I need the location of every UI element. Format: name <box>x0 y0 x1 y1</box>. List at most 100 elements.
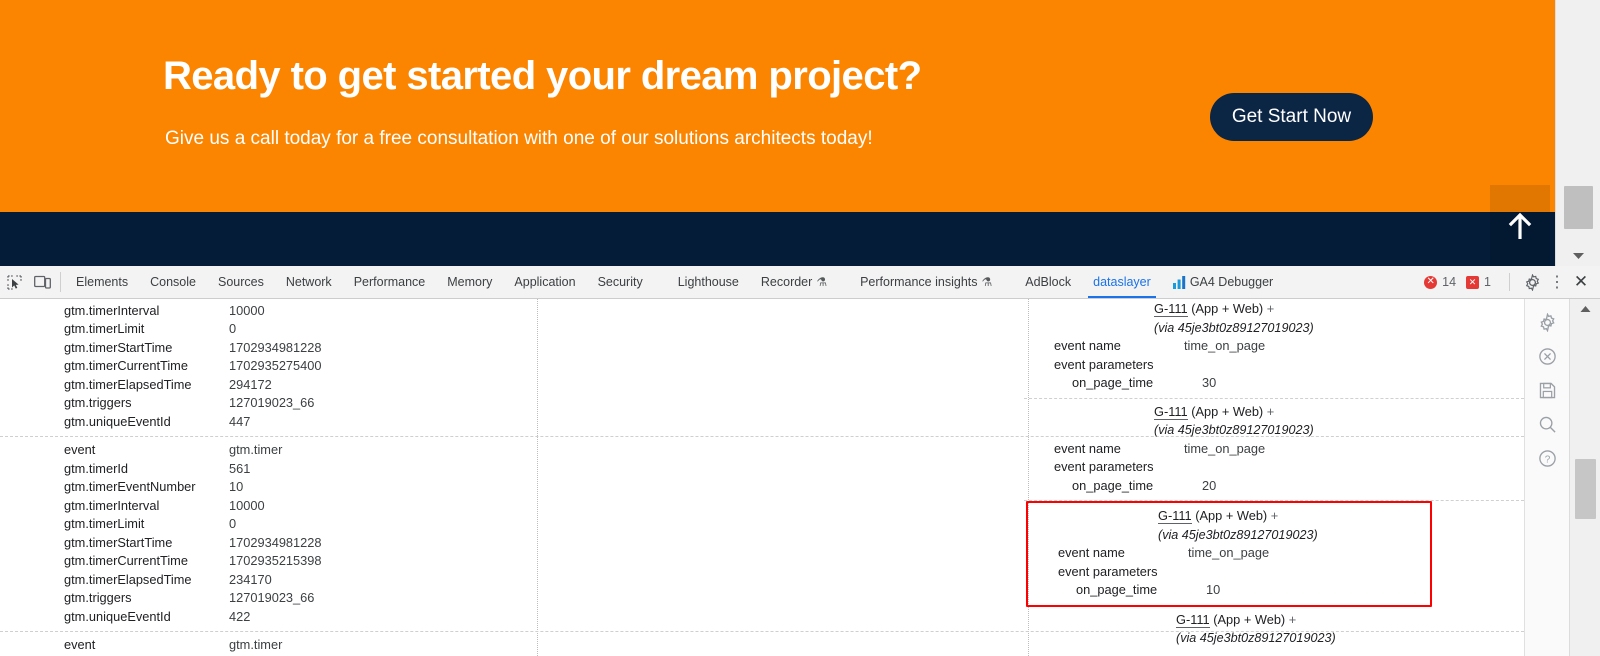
ga4-hit-via: (via 45je3bt0z89127019023) <box>1028 526 1430 545</box>
tab-application[interactable]: Application <box>503 266 586 298</box>
row-key: gtm.timerCurrentTime <box>64 553 188 568</box>
tab-label: Security <box>597 275 643 289</box>
scrollbar-down-arrow[interactable] <box>1556 245 1600 266</box>
ga4-hits-pane[interactable]: G-111 (App + Web) + (via 45je3bt0z891270… <box>1024 299 1524 656</box>
expand-plus-icon[interactable]: + <box>1267 404 1274 419</box>
tab-label: Recorder <box>760 275 813 289</box>
row-value: 1702934981228 <box>229 339 322 355</box>
tab-sources[interactable]: Sources <box>207 266 275 298</box>
tab-performance-insights[interactable]: Performance insights ⚗ <box>838 266 1003 298</box>
devtools-scrollbar[interactable] <box>1569 299 1600 656</box>
tab-memory[interactable]: Memory <box>436 266 503 298</box>
param-value: 30 <box>1202 375 1217 390</box>
row-value: 447 <box>229 413 251 429</box>
row-key: gtm.timerElapsedTime <box>64 376 192 392</box>
warning-badge[interactable]: ✕ 1 <box>1466 275 1491 289</box>
tab-label: Performance <box>353 275 426 289</box>
get-start-now-button[interactable]: Get Start Now <box>1210 93 1373 141</box>
devtools-tabbar-right: ✕ 14 ✕ 1 ⋮ ✕ <box>1424 266 1600 298</box>
cta-subtitle: Give us a call today for a free consulta… <box>165 128 873 149</box>
tab-label: Application <box>514 275 576 289</box>
row-key: gtm.timerLimit <box>64 321 145 336</box>
devtools-scrollbar-thumb[interactable] <box>1575 459 1596 519</box>
row-value: 127019023_66 <box>229 395 315 410</box>
ga4-params-label-row: event parameters <box>1024 458 1524 477</box>
tab-label: AdBlock <box>1025 275 1072 289</box>
ga4-hit-card[interactable]: G-111 (App + Web) + (via 45je3bt0z891270… <box>1024 299 1524 399</box>
row-value: gtm.timer <box>229 442 283 457</box>
ga4-hit-card[interactable]: G-111 (App + Web) + (via 45je3bt0z891270… <box>1024 399 1524 501</box>
row-key: gtm.timerStartTime <box>64 534 173 550</box>
row-key: gtm.timerInterval <box>64 302 160 318</box>
row-key: gtm.triggers <box>64 590 132 605</box>
tab-recorder[interactable]: Recorder ⚗ <box>750 266 838 298</box>
device-toolbar-icon[interactable] <box>28 266 56 298</box>
scrollbar-up-arrow[interactable] <box>1570 301 1600 317</box>
row-value: 10000 <box>229 302 265 318</box>
tab-label: Memory <box>447 275 493 289</box>
error-count: 14 <box>1442 275 1457 289</box>
ga4-via-label: (via 45je3bt0z89127019023) <box>1154 423 1314 437</box>
toolbar-divider <box>1509 273 1510 291</box>
param-value: 10 <box>1206 582 1221 597</box>
ga4-params-label-row: event parameters <box>1024 356 1524 375</box>
event-name-label: event name <box>1054 338 1121 353</box>
ga4-event-name-row: event name time_on_page <box>1024 337 1524 356</box>
expand-plus-icon[interactable]: + <box>1271 508 1278 523</box>
dataslayer-toolbar-rail: ? <box>1524 299 1570 656</box>
save-disk-icon[interactable] <box>1537 379 1559 401</box>
expand-plus-icon[interactable]: + <box>1289 612 1296 627</box>
error-badge[interactable]: ✕ 14 <box>1424 275 1456 289</box>
devtools-panel: Elements Console Sources Network Perform… <box>0 266 1600 656</box>
tab-dataslayer[interactable]: dataslayer <box>1082 266 1162 298</box>
cta-content: Ready to get started your dream project?… <box>163 0 1393 212</box>
ga4-hit-card[interactable]: G-111 (App + Web) + (via 45je3bt0z891270… <box>1024 607 1524 653</box>
inspect-element-icon[interactable] <box>0 266 28 298</box>
row-value: 1702934981228 <box>229 534 322 550</box>
param-value: 20 <box>1202 477 1217 493</box>
tab-lighthouse[interactable]: Lighthouse <box>654 266 750 298</box>
tab-elements[interactable]: Elements <box>65 266 139 298</box>
clear-circle-x-icon[interactable] <box>1537 345 1559 367</box>
row-key: gtm.timerStartTime <box>64 339 173 355</box>
tab-label: Elements <box>76 275 129 289</box>
page-scrollbar-thumb[interactable] <box>1564 186 1593 229</box>
ga4-params-label-row: event parameters <box>1028 563 1430 582</box>
event-name-label: event name <box>1058 545 1125 560</box>
ga4-via-label: (via 45je3bt0z89127019023) <box>1158 527 1318 542</box>
page-scrollbar[interactable] <box>1555 0 1600 266</box>
site-footer-band <box>0 212 1555 266</box>
gear-icon[interactable] <box>1537 311 1559 333</box>
search-icon[interactable] <box>1537 413 1559 435</box>
ga4-hit-type: (App + Web) <box>1191 301 1264 316</box>
row-value: 561 <box>229 460 251 476</box>
tab-performance[interactable]: Performance <box>343 266 437 298</box>
expand-plus-icon[interactable]: + <box>1267 301 1274 316</box>
row-value: 127019023_66 <box>229 590 315 605</box>
tab-adblock[interactable]: AdBlock <box>1003 266 1082 298</box>
gear-icon[interactable] <box>1518 273 1546 291</box>
event-name-value: time_on_page <box>1184 440 1266 456</box>
tab-console[interactable]: Console <box>139 266 207 298</box>
event-name-value: time_on_page <box>1188 545 1270 560</box>
ga4-hit-card-highlighted[interactable]: G-111 (App + Web) + (via 45je3bt0z891270… <box>1026 501 1432 607</box>
tab-ga4-debugger[interactable]: GA4 Debugger <box>1162 266 1284 298</box>
kebab-menu-icon[interactable]: ⋮ <box>1546 272 1568 292</box>
help-question-icon[interactable]: ? <box>1537 447 1559 469</box>
ga4-via-label: (via 45je3bt0z89127019023) <box>1176 631 1336 645</box>
ga4-measurement-id[interactable]: G-111 <box>1158 508 1192 524</box>
ga4-measurement-id[interactable]: G-111 <box>1154 403 1188 420</box>
arrow-up-icon <box>1507 211 1533 241</box>
param-key: on_page_time <box>1076 582 1158 597</box>
devtools-tab-list: Elements Console Sources Network Perform… <box>65 266 1424 298</box>
ga4-via-label: (via 45je3bt0z89127019023) <box>1154 320 1314 335</box>
row-key: gtm.timerLimit <box>64 516 145 531</box>
scroll-to-top-button[interactable] <box>1490 185 1550 266</box>
close-icon[interactable]: ✕ <box>1568 272 1594 292</box>
tab-security[interactable]: Security <box>587 266 654 298</box>
ga4-measurement-id[interactable]: G-111 <box>1176 611 1210 628</box>
ga4-measurement-id[interactable]: G-111 <box>1154 301 1188 317</box>
website-viewport: Ready to get started your dream project?… <box>0 0 1555 266</box>
ga4-hit-header: G-111 (App + Web) + <box>1028 507 1430 526</box>
tab-network[interactable]: Network <box>275 266 343 298</box>
